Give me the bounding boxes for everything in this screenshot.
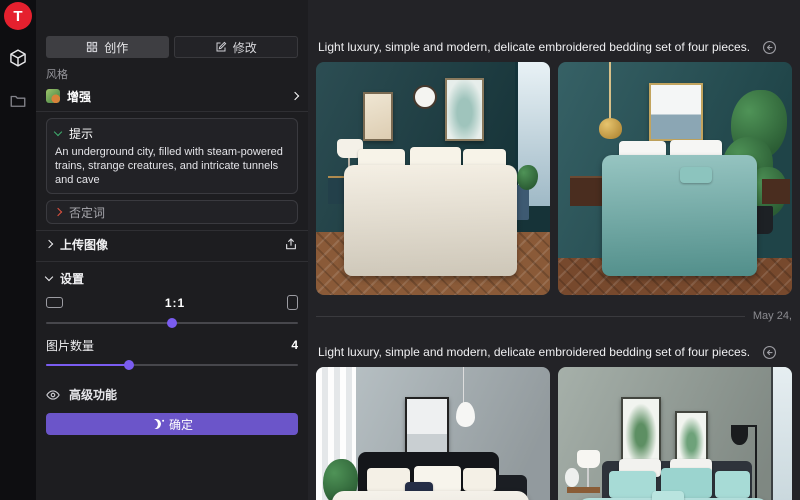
divider [36, 230, 308, 231]
divider-line [316, 316, 745, 317]
chevron-right-icon [54, 208, 62, 216]
image-count-row: 图片数量 4 [46, 338, 298, 352]
image-row [316, 62, 792, 295]
settings-header[interactable]: 设置 [46, 270, 298, 287]
image-caption: Light luxury, simple and modern, delicat… [318, 345, 750, 359]
generated-image[interactable] [558, 367, 792, 500]
pendant-lamp [599, 118, 622, 139]
portrait-ratio-icon[interactable] [287, 295, 298, 310]
image-count-slider[interactable] [46, 360, 298, 370]
advanced-features-row[interactable]: 高级功能 [46, 386, 298, 403]
folder-icon[interactable] [9, 92, 27, 110]
chevron-down-icon [54, 128, 62, 136]
floor-lamp-head [731, 425, 747, 446]
side-table [567, 487, 600, 494]
aspect-ratio-slider[interactable] [46, 318, 298, 328]
style-value: 增强 [67, 88, 91, 105]
wall-clock [413, 85, 437, 109]
pillow [463, 468, 496, 491]
advanced-label: 高级功能 [69, 386, 117, 403]
bed [344, 165, 517, 277]
window [771, 367, 792, 500]
image-count-value: 4 [291, 338, 298, 352]
caption-row: Light luxury, simple and modern, delicat… [316, 38, 792, 56]
wall-art [445, 78, 485, 141]
divider [36, 111, 308, 112]
pillow [652, 491, 685, 500]
prompt-label: 提示 [69, 125, 93, 142]
aspect-slider-thumb[interactable] [167, 318, 177, 328]
moon-icon [150, 418, 162, 430]
image-row [316, 367, 792, 500]
wall-art [649, 83, 703, 141]
left-rail: T [0, 0, 36, 500]
nightstand [762, 179, 790, 205]
pendant-lamp [456, 402, 475, 427]
generated-image[interactable] [316, 62, 550, 295]
style-thumbnail [46, 89, 60, 103]
flowers [565, 468, 579, 486]
image-count-label: 图片数量 [46, 337, 94, 354]
generation-date: May 24, [753, 310, 792, 322]
tab-modify[interactable]: 修改 [174, 36, 299, 58]
generated-image[interactable] [558, 62, 792, 295]
tab-create[interactable]: 创作 [46, 36, 169, 58]
reuse-prompt-icon[interactable] [762, 345, 777, 360]
pillow [715, 471, 750, 499]
pillow [680, 167, 713, 183]
lamp-stem [587, 468, 589, 486]
pillow [609, 471, 656, 499]
chevron-down-icon [45, 273, 53, 281]
confirm-label: 确定 [169, 416, 193, 433]
mode-tabs: 创作 修改 [46, 36, 298, 58]
caption-row: Light luxury, simple and modern, delicat… [316, 343, 792, 361]
image-caption: Light luxury, simple and modern, delicat… [318, 40, 750, 54]
settings-label: 设置 [60, 270, 84, 287]
count-slider-thumb[interactable] [124, 360, 134, 370]
gallery: Light luxury, simple and modern, delicat… [308, 0, 800, 500]
prompt-header[interactable]: 提示 [55, 125, 289, 142]
reuse-prompt-icon[interactable] [762, 40, 777, 55]
negative-label: 否定词 [69, 204, 105, 221]
pendant-cord [463, 367, 464, 404]
chevron-right-icon [45, 240, 53, 248]
confirm-button[interactable]: 确定 [46, 413, 298, 435]
aspect-ratio-value: 1:1 [63, 296, 287, 310]
negative-prompt-box[interactable]: 否定词 [46, 200, 298, 224]
app-logo[interactable]: T [4, 2, 32, 30]
wall-art [363, 92, 393, 141]
bed [332, 491, 529, 500]
prompt-box[interactable]: 提示 An underground city, filled with stea… [46, 118, 298, 194]
upload-label: 上传图像 [60, 236, 108, 253]
grid-icon [86, 41, 98, 53]
table-lamp [577, 450, 600, 468]
upload-image-row[interactable]: 上传图像 [46, 233, 298, 255]
generated-image[interactable] [316, 367, 550, 500]
style-section-label: 风格 [46, 66, 298, 82]
tab-create-label: 创作 [104, 39, 128, 56]
pendant-cord [609, 62, 611, 120]
aspect-ratio-row: 1:1 [46, 295, 298, 310]
pillow [367, 468, 409, 493]
date-divider-row: May 24, [316, 309, 792, 323]
tab-modify-label: 修改 [233, 39, 257, 56]
landscape-ratio-icon[interactable] [46, 297, 63, 308]
chevron-right-icon [291, 92, 299, 100]
generation-panel: 创作 修改 风格 增强 提示 An underground city, fill… [36, 0, 308, 500]
cube-icon[interactable] [8, 48, 28, 68]
edit-icon [215, 41, 227, 53]
eye-icon [46, 388, 60, 402]
style-selector[interactable]: 增强 [46, 87, 298, 105]
wall-art [405, 397, 449, 459]
floor-lamp-stem [755, 427, 757, 500]
slider-fill [46, 364, 129, 366]
divider [36, 261, 308, 262]
upload-icon[interactable] [284, 237, 298, 251]
prompt-input[interactable]: An underground city, filled with steam-p… [55, 145, 289, 187]
